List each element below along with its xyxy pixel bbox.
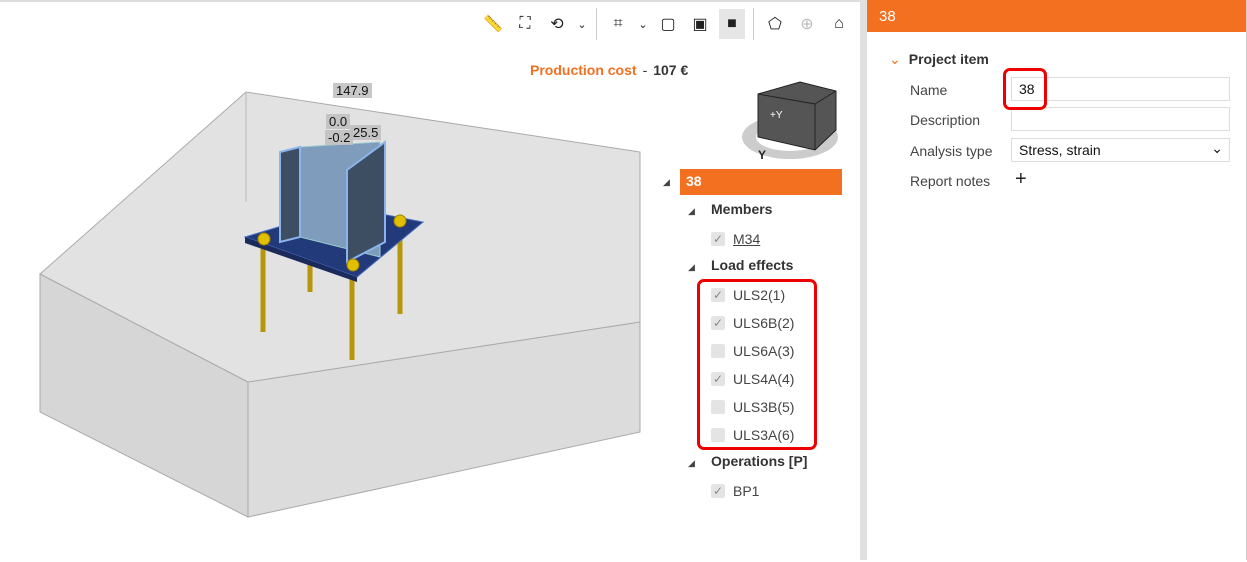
nav-cube: [742, 81, 838, 159]
nav-cube-axis-label: Y: [758, 148, 767, 162]
nav-cube-face-label[interactable]: +Y: [770, 110, 783, 121]
collapse-icon[interactable]: ◢: [688, 262, 695, 273]
column-flange-left: [279, 145, 301, 244]
collapse-icon[interactable]: ◢: [688, 206, 695, 217]
ruler-icon[interactable]: 📏: [480, 9, 506, 39]
production-cost: Production cost -107 €: [530, 62, 688, 78]
home-icon[interactable]: ⌂: [826, 9, 852, 39]
add-note-button[interactable]: +: [1015, 168, 1027, 191]
perspective-icon[interactable]: ⬠: [762, 9, 788, 39]
tree-group-members[interactable]: Members: [711, 201, 772, 217]
highlight-annotation: [1003, 68, 1047, 110]
view-toolbar: 📏 ⛶ ⟲ ⌄ ⌗ ⌄ ▢ ▣ ■ ⬠ ⊕ ⌂: [480, 6, 852, 42]
description-input[interactable]: [1011, 107, 1230, 131]
production-cost-label: Production cost: [530, 62, 637, 78]
cost-separator: -: [642, 62, 648, 78]
chevron-down-icon: ⌄: [1211, 140, 1223, 156]
axis-rotate-icon[interactable]: ⊕: [794, 9, 820, 39]
tree-item-member[interactable]: ✓ M34: [711, 231, 760, 247]
crop-icon[interactable]: ⌗: [605, 9, 631, 39]
wireframe-icon[interactable]: ▢: [655, 9, 681, 39]
checkbox[interactable]: ✓: [711, 484, 725, 498]
name-label: Name: [910, 82, 948, 98]
properties-panel: 38 ⌄ Project item Name 38 Description Ana…: [867, 0, 1247, 560]
tree-group-load-effects[interactable]: Load effects: [711, 257, 793, 273]
tree-item-label[interactable]: M34: [733, 231, 760, 247]
report-notes-label: Report notes: [910, 173, 991, 189]
highlight-annotation: [697, 279, 817, 450]
panel-splitter[interactable]: [860, 0, 867, 560]
tree-item-label: BP1: [733, 483, 760, 499]
rotate-icon[interactable]: ⟲: [544, 9, 570, 39]
section-project-item[interactable]: ⌄ Project item: [889, 51, 989, 68]
tree-root[interactable]: 38: [680, 169, 842, 195]
dimension-label: 25.5: [350, 125, 382, 140]
chevron-down-icon[interactable]: ⌄: [889, 51, 901, 67]
panel-title: 38: [867, 0, 1246, 32]
analysis-type-label: Analysis type: [910, 143, 993, 159]
checkbox[interactable]: ✓: [711, 232, 725, 246]
solid-icon[interactable]: ■: [719, 9, 745, 39]
fit-view-icon[interactable]: ⛶: [512, 9, 538, 39]
toolbar-divider: [596, 8, 597, 40]
collapse-icon[interactable]: ◢: [688, 458, 695, 469]
tree-group-operations[interactable]: Operations [P]: [711, 453, 807, 469]
chevron-down-icon[interactable]: ⌄: [576, 9, 588, 39]
transparent-icon[interactable]: ▣: [687, 9, 713, 39]
toolbar-divider: [753, 8, 754, 40]
tree-item-operation[interactable]: ✓ BP1: [711, 483, 759, 499]
dimension-label: 0.0: [326, 114, 351, 129]
analysis-type-value: Stress, strain: [1019, 142, 1101, 158]
section-title: Project item: [908, 51, 989, 67]
description-label: Description: [910, 112, 981, 128]
production-cost-value: 107 €: [653, 62, 689, 78]
3d-viewport[interactable]: 147.9 0.0 -0.2 25.5 +Y Y 📏 ⛶ ⟲ ⌄ ⌗ ⌄ ▢ ▣…: [0, 0, 860, 560]
dimension-label: 147.9: [333, 83, 372, 98]
analysis-type-select[interactable]: Stress, strain ⌄: [1011, 138, 1230, 162]
collapse-icon[interactable]: ◢: [663, 177, 670, 188]
chevron-down-icon[interactable]: ⌄: [637, 9, 649, 39]
